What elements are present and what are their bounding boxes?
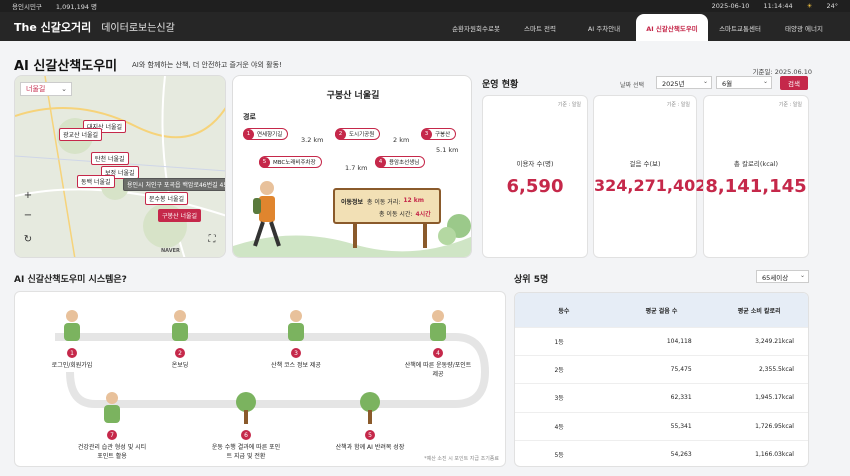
year-select[interactable]: 2025년 ⌄: [656, 76, 712, 89]
table-row: 5등 54,263 1,166.03kcal: [515, 439, 808, 466]
flow-step-5: 5 산책과 함께 AI 반려목 성장: [335, 388, 405, 451]
flow-step-2: 2 온보딩: [145, 306, 215, 369]
stat-basis: 기준 : 일일: [666, 102, 690, 108]
chevron-down-icon: ⌄: [799, 272, 805, 279]
column-avg-calories: 평균 소비 칼로리: [737, 307, 781, 315]
map-label-tancheon[interactable]: 탄천 너울길: [91, 152, 129, 165]
tab-solar-energy[interactable]: 태양광 에너지: [772, 14, 836, 41]
total-distance: 12 km: [403, 197, 425, 204]
flow-step-7: 7 건강관리 습관 형성 및 시티포인트 활용: [77, 388, 147, 460]
stat-label: 총 칼로리(kcal): [733, 160, 779, 168]
current-time: 11:14:44: [763, 2, 793, 10]
stat-card-steps: 기준 : 일일 걸음 수(보) 324,271,402: [593, 95, 707, 258]
date-select-label: 날짜 선택: [620, 82, 644, 89]
system-flow-panel: 1 로그인/회원가입 2 온보딩 3 산책 코스 정보 제공 4 산책에 따른 운동량/…: [14, 291, 506, 467]
zoom-out-button[interactable]: −: [21, 208, 35, 222]
travel-info-label: 이동정보: [341, 199, 364, 206]
tab-ai-parking[interactable]: AI 주차안내: [572, 14, 636, 41]
trail-select-value: 너울길: [26, 85, 46, 93]
map-address-tooltip: 용인시 처인구 포곡읍 백암로46번길 45: [123, 178, 225, 191]
system-title: AI 신갈산책도우미 시스템은?: [14, 275, 127, 285]
column-rank: 등수: [558, 307, 570, 315]
current-date: 2025-06-10: [711, 2, 750, 10]
table-row: 2등 75,475 2,355.5kcal: [515, 355, 808, 383]
refresh-icon[interactable]: ↻: [21, 232, 35, 246]
zoom-in-button[interactable]: +: [21, 188, 35, 202]
temperature: 24°: [826, 2, 838, 10]
table-row: 3등 62,331 1,945.17kcal: [515, 383, 808, 411]
table-row: 1등 104,118 3,249.21kcal: [515, 327, 808, 355]
page-subtitle: AI와 함께하는 산책, 더 안전하고 즐거운 야외 활동!: [132, 61, 282, 69]
route-illustration: [233, 181, 471, 257]
stat-basis: 기준 : 일일: [557, 102, 581, 108]
route-card: 구봉산 너울길 경로 1 연세향기길 3.2 km 2 도시기공원 2 km 3 구봉…: [232, 75, 472, 258]
tab-recycling-robot[interactable]: 순환자원회수로봇: [444, 14, 508, 41]
stat-label: 이용자 수(명): [516, 160, 554, 168]
flow-step-3: 3 산책 코스 정보 제공: [261, 306, 331, 369]
stat-label: 걸음 수(보): [629, 160, 661, 168]
fullscreen-icon[interactable]: ⛶: [205, 232, 219, 246]
stat-basis: 기준 : 일일: [778, 102, 802, 108]
age-filter-select[interactable]: 65세이상 ⌄: [756, 270, 809, 283]
main-content: AI 신갈산책도우미 AI와 함께하는 산책, 더 안전하고 즐거운 야외 활동…: [0, 41, 850, 476]
district-name: 용인시민구: [12, 3, 42, 11]
stat-value: 8,141,145: [705, 176, 807, 197]
tree-icon: [350, 388, 390, 428]
top5-title: 상위 5명: [514, 275, 549, 285]
stat-value: 6,590: [506, 176, 564, 197]
chevron-down-icon: ⌄: [762, 78, 768, 85]
table-row: 4등 55,341 1,726.95kcal: [515, 411, 808, 440]
base-date: 기준일: 2025.06.10: [752, 68, 812, 76]
total-time: 4시간: [415, 211, 431, 218]
person-icon: [160, 306, 200, 346]
brand-logo[interactable]: The 신갈오거리: [14, 19, 91, 35]
search-button[interactable]: 검색: [780, 76, 808, 90]
table-header: 등수 평균 걸음 수 평균 소비 칼로리: [515, 293, 808, 327]
tree-icon: [226, 388, 266, 428]
total-distance-label: 총 이동 거리:: [366, 199, 401, 206]
stat-card-calories: 기준 : 일일 총 칼로리(kcal) 8,141,145: [703, 95, 809, 258]
month-select[interactable]: 6월 ⌄: [716, 76, 772, 89]
ops-title: 운영 현황: [482, 80, 519, 90]
column-avg-steps: 평균 걸음 수: [645, 307, 678, 315]
page-title: AI 신갈산책도우미: [14, 59, 118, 74]
sun-icon: ☀: [806, 2, 813, 10]
top-status-bar: 용인시민구 1,091,194 명 2025-06-10 11:14:44 ☀ …: [0, 0, 850, 12]
chevron-down-icon: ⌄: [61, 85, 67, 93]
tab-ai-walk-helper[interactable]: AI 신갈산책도우미: [636, 14, 708, 41]
flow-step-1: 1 로그인/회원가입: [37, 306, 107, 369]
travel-info-sign: 이동정보 총 이동 거리: 12 km 총 이동 시간: 4시간: [333, 188, 441, 224]
stat-card-users: 기준 : 일일 이용자 수(명) 6,590: [482, 95, 588, 258]
population-count: 1,091,194 명: [55, 3, 98, 11]
main-nav: 순환자원회수로봇 스마트 전력 AI 주차안내 AI 신갈산책도우미 스마트교통…: [444, 14, 836, 41]
flow-step-6: 6 운동 수행 결과에 따른 포인트 지급 및 전환: [211, 388, 281, 460]
stat-value: 324,271,402: [594, 176, 707, 195]
total-time-label: 총 이동 시간:: [379, 211, 413, 218]
map-label-gubongsan[interactable]: 구봉산 너울길: [158, 209, 202, 222]
map-label-munsubong[interactable]: 문수봉 너울길: [145, 192, 189, 205]
brand-subtitle: 데이터로보는신갈: [101, 23, 175, 34]
trail-map[interactable]: 너울길 ⌄ 대지산 너울길 광교산 너울길 탄천 너울길 보정 너울길 동백 너…: [14, 75, 226, 258]
top5-table: 등수 평균 걸음 수 평균 소비 칼로리 1등 104,118 3,249.21kc…: [514, 292, 809, 467]
header: The 신갈오거리 데이터로보는신갈 순환자원회수로봇 스마트 전력 AI 주차…: [0, 12, 850, 41]
person-icon: [418, 306, 458, 346]
person-icon: [276, 306, 316, 346]
map-label-dongbaek[interactable]: 동백 너울길: [77, 175, 115, 188]
trail-select[interactable]: 너울길 ⌄: [20, 82, 72, 96]
chevron-down-icon: ⌄: [702, 78, 708, 85]
person-icon: [52, 306, 92, 346]
map-provider-logo: NAVER: [161, 248, 180, 254]
tab-smart-power[interactable]: 스마트 전력: [508, 14, 572, 41]
flow-step-4: 4 산책에 따른 운동량/포인트 제공: [403, 306, 473, 378]
map-label-gwanggyosan[interactable]: 광교산 너울길: [59, 128, 103, 141]
budget-note: *예산 소진 시 포인트 지급 조기종료: [424, 456, 499, 462]
person-icon: [92, 388, 132, 428]
tab-smart-traffic[interactable]: 스마트교통센터: [708, 14, 772, 41]
